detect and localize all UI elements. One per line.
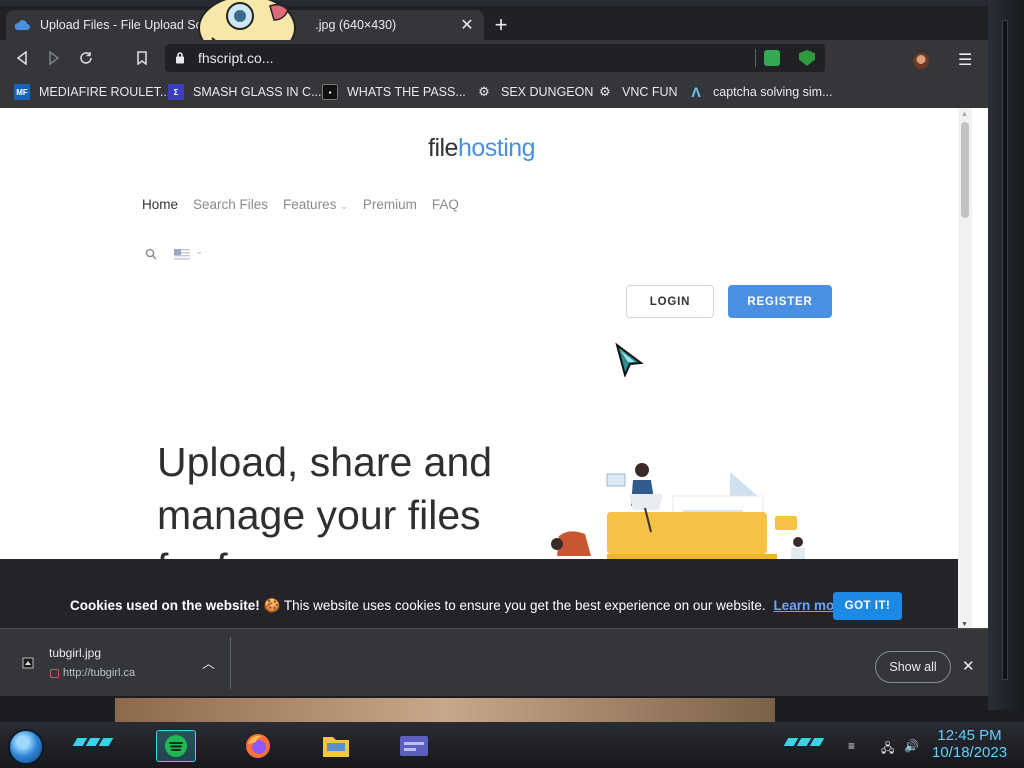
- lock-icon: [175, 51, 185, 69]
- start-button[interactable]: [8, 729, 44, 765]
- download-item[interactable]: tubgirl.jpg http://tubgirl.ca ︿: [14, 639, 230, 687]
- taskbar: ≡ 🖧 🔊 12:45 PM 10/18/2023: [0, 722, 1024, 768]
- forward-button[interactable]: [44, 48, 64, 68]
- vnc-icon: ⚙: [599, 84, 611, 99]
- cookie-message: Cookies used on the website! 🍪 This webs…: [70, 598, 847, 614]
- nav-features[interactable]: Features ⌄: [283, 197, 348, 212]
- cookie-title: Cookies used on the website!: [70, 598, 260, 613]
- taskbar-decoration: [72, 738, 114, 748]
- nav-faq[interactable]: FAQ: [432, 197, 459, 212]
- cookie-text: This website uses cookies to ensure you …: [283, 598, 766, 613]
- spotify-icon: [165, 735, 187, 757]
- url-text: fhscript.co...: [198, 50, 274, 66]
- hero-line: manage your files: [157, 492, 481, 538]
- bookmark-item[interactable]: ▪ WHATS THE PASS...: [322, 82, 466, 102]
- firefox-icon: [246, 734, 270, 758]
- downloads-bar: tubgirl.jpg http://tubgirl.ca ︿ Show all…: [0, 628, 988, 696]
- volume-icon[interactable]: 🔊: [904, 739, 919, 753]
- shield-extension-icon[interactable]: [799, 50, 815, 66]
- chevron-down-icon: ⌄: [340, 201, 348, 211]
- us-flag-icon[interactable]: [174, 249, 190, 260]
- taskbar-app-file-explorer[interactable]: [316, 730, 356, 762]
- bookmark-item[interactable]: Σ SMASH GLASS IN C...: [168, 82, 322, 102]
- network-icon[interactable]: 🖧: [881, 739, 894, 760]
- bookmark-label: captcha solving sim...: [713, 85, 833, 99]
- logo-text-file: file: [428, 134, 458, 162]
- page-scrollbar[interactable]: ▲ ▼: [958, 108, 972, 628]
- hero-illustration: [551, 463, 805, 562]
- omnibox-divider: [755, 49, 756, 67]
- bookmark-label: WHATS THE PASS...: [347, 85, 466, 99]
- site-logo[interactable]: filehosting: [428, 134, 536, 163]
- browser-menu-icon[interactable]: ☰: [958, 50, 972, 70]
- tray-divider-icon: ≡: [848, 739, 856, 753]
- cookie-emoji-icon: 🍪: [263, 598, 281, 613]
- back-button[interactable]: [12, 48, 32, 68]
- folder-icon: [323, 737, 349, 757]
- taskbar-app-spotify[interactable]: [156, 730, 196, 762]
- desktop-wallpaper: [115, 698, 775, 724]
- nav-premium[interactable]: Premium: [363, 197, 417, 212]
- page-viewport: filehosting Home Search Files Features ⌄ …: [0, 108, 988, 628]
- mouse-cursor-icon: [615, 343, 644, 377]
- reload-button[interactable]: [76, 48, 96, 68]
- bookmarks-bar: MF MEDIAFIRE ROULET... Σ SMASH GLASS IN …: [0, 76, 988, 108]
- scroll-down-icon[interactable]: ▼: [961, 621, 968, 628]
- tab-close-icon[interactable]: ✕: [458, 15, 476, 35]
- cloud-upload-icon: [14, 17, 30, 33]
- download-file-name: tubgirl.jpg: [49, 646, 102, 660]
- glass-icon: Σ: [168, 84, 184, 100]
- captcha-icon: Λ: [691, 84, 701, 100]
- taskbar-clock[interactable]: 12:45 PM 10/18/2023: [932, 727, 1007, 761]
- clock-time: 12:45 PM: [937, 727, 1002, 744]
- bookmark-icon[interactable]: [132, 48, 152, 68]
- bookmark-label: MEDIAFIRE ROULET...: [39, 85, 171, 99]
- dungeon-icon: ⚙: [478, 84, 490, 99]
- desktop-frame-right: [988, 0, 1024, 710]
- warning-icon: [50, 669, 59, 678]
- taskbar-app-window[interactable]: [394, 730, 434, 762]
- logo-text-hosting: hosting: [457, 134, 536, 162]
- lock-bookmark-icon: ▪: [322, 84, 338, 100]
- address-bar[interactable]: fhscript.co...: [165, 44, 825, 72]
- browser-window: Upload Files - File Upload Script .jpg (6…: [0, 0, 988, 696]
- close-icon[interactable]: ✕: [962, 657, 975, 675]
- downloads-divider: [230, 637, 231, 689]
- sheets-extension-icon[interactable]: [764, 50, 780, 66]
- cookie-banner: Cookies used on the website! 🍪 This webs…: [0, 559, 972, 628]
- scroll-up-icon[interactable]: ▲: [961, 111, 968, 118]
- bookmark-item[interactable]: Λ captcha solving sim...: [688, 82, 833, 102]
- hero-line: Upload, share and: [157, 439, 493, 485]
- new-tab-button[interactable]: +: [490, 14, 512, 37]
- tab-strip: Upload Files - File Upload Script .jpg (6…: [0, 0, 988, 60]
- bookmark-label: SMASH GLASS IN C...: [193, 85, 322, 99]
- nav-home[interactable]: Home: [142, 197, 178, 212]
- file-icon: [22, 657, 34, 669]
- clock-date: 10/18/2023: [932, 744, 1008, 761]
- cookie-accept-button[interactable]: GOT IT!: [833, 592, 902, 620]
- bookmark-item[interactable]: ⚙ SEX DUNGEON: [476, 82, 593, 102]
- main-nav: Home Search Files Features ⌄ Premium FAQ: [142, 197, 459, 212]
- scrollbar-thumb[interactable]: [961, 122, 969, 218]
- show-all-button[interactable]: Show all: [875, 651, 951, 683]
- login-button[interactable]: LOGIN: [626, 285, 714, 318]
- nav-search-files[interactable]: Search Files: [193, 197, 268, 212]
- app-window-icon: [400, 736, 428, 756]
- bookmark-item[interactable]: ⚙ VNC FUN: [597, 82, 678, 102]
- bookmark-label: VNC FUN: [622, 85, 678, 99]
- language-chevron-icon[interactable]: ⌄: [196, 247, 203, 256]
- bookmark-item[interactable]: MF MEDIAFIRE ROULET...: [14, 82, 170, 102]
- download-source: http://tubgirl.ca: [63, 667, 136, 679]
- search-icon[interactable]: [145, 247, 157, 265]
- register-button[interactable]: REGISTER: [728, 285, 832, 318]
- mediafire-icon: MF: [14, 84, 30, 100]
- taskbar-decoration: [783, 738, 825, 748]
- profile-avatar[interactable]: [913, 53, 929, 69]
- nav-features-label: Features: [283, 197, 337, 212]
- chevron-up-icon[interactable]: ︿: [202, 653, 215, 672]
- browser-toolbar: fhscript.co... ☰: [0, 40, 988, 76]
- taskbar-app-firefox[interactable]: [238, 730, 278, 762]
- bookmark-label: SEX DUNGEON: [501, 85, 594, 99]
